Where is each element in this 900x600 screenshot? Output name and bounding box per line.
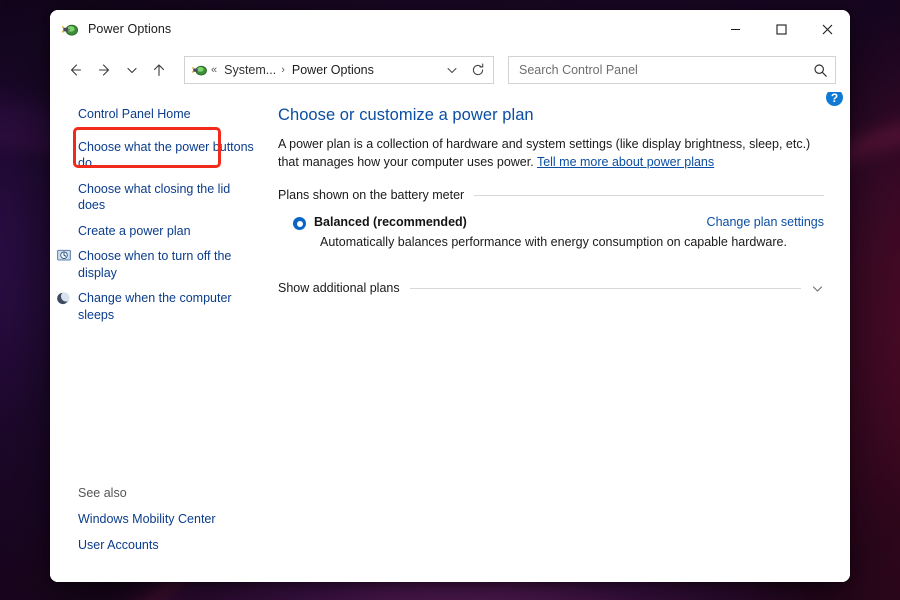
see-also-item-user-accounts[interactable]: User Accounts xyxy=(78,537,256,554)
power-options-window: Power Options « System... › Power Option… xyxy=(50,10,850,582)
plans-group-header-label: Plans shown on the battery meter xyxy=(278,188,465,202)
sidebar-item-computer-sleeps[interactable]: Change when the computer sleeps xyxy=(78,290,256,323)
up-button[interactable] xyxy=(144,55,174,85)
navigation-bar: « System... › Power Options xyxy=(50,48,850,92)
sidebar-item-control-panel-home[interactable]: Control Panel Home xyxy=(78,106,256,123)
power-plug-battery-icon xyxy=(62,21,79,38)
close-button[interactable] xyxy=(804,10,850,48)
sleep-moon-icon xyxy=(57,291,71,305)
plan-balanced-details: Balanced (recommended) Change plan setti… xyxy=(314,215,824,249)
address-bar[interactable]: « System... › Power Options xyxy=(184,56,494,84)
show-additional-plans-row[interactable]: Show additional plans xyxy=(278,281,824,295)
window-content: Control Panel Home Choose what the power… xyxy=(50,92,850,582)
display-icon xyxy=(57,249,71,263)
sidebar-row-computer-sleeps[interactable]: Change when the computer sleeps xyxy=(57,290,266,323)
show-additional-plans-rule xyxy=(409,287,801,289)
chevron-down-icon[interactable] xyxy=(439,57,465,83)
address-power-plug-battery-icon xyxy=(192,62,208,78)
title-bar: Power Options xyxy=(50,10,850,48)
radio-balanced[interactable] xyxy=(293,217,306,230)
window-controls xyxy=(712,10,850,48)
refresh-icon[interactable] xyxy=(465,57,491,83)
plan-name-balanced[interactable]: Balanced (recommended) xyxy=(314,215,467,229)
sidebar-item-closing-lid[interactable]: Choose what closing the lid does xyxy=(78,181,256,214)
see-also-title: See also xyxy=(78,486,127,500)
see-also-item-windows-mobility-center[interactable]: Windows Mobility Center xyxy=(78,511,256,528)
search-box[interactable] xyxy=(508,56,836,84)
title-bar-left: Power Options xyxy=(50,21,171,38)
sidebar-row-turn-off-display[interactable]: Choose when to turn off the display xyxy=(57,248,266,281)
sidebar: Control Panel Home Choose what the power… xyxy=(50,92,272,582)
main-panel: ? Choose or customize a power plan A pow… xyxy=(272,92,850,582)
page-title: Choose or customize a power plan xyxy=(278,106,534,124)
help-button[interactable]: ? xyxy=(826,92,843,106)
sidebar-item-power-buttons[interactable]: Choose what the power buttons do xyxy=(78,139,256,172)
chevron-down-icon[interactable] xyxy=(811,282,824,295)
window-title: Power Options xyxy=(88,22,172,36)
search-icon[interactable] xyxy=(811,61,829,79)
tell-me-more-link[interactable]: Tell me more about power plans xyxy=(537,155,714,169)
plans-group-header: Plans shown on the battery meter xyxy=(278,188,824,202)
forward-button[interactable] xyxy=(90,55,120,85)
breadcrumb-item-system[interactable]: System... xyxy=(220,57,278,83)
plan-row-balanced: Balanced (recommended) Change plan setti… xyxy=(278,215,824,249)
sidebar-item-turn-off-display[interactable]: Choose when to turn off the display xyxy=(78,248,256,281)
maximize-button[interactable] xyxy=(758,10,804,48)
breadcrumb-item-power-options[interactable]: Power Options xyxy=(288,57,378,83)
breadcrumb-separator: › xyxy=(281,64,285,76)
change-plan-settings-link[interactable]: Change plan settings xyxy=(707,215,824,229)
plans-group-rule xyxy=(474,194,824,196)
breadcrumb-prefix: « xyxy=(211,64,218,76)
back-button[interactable] xyxy=(60,55,90,85)
recent-locations-button[interactable] xyxy=(120,55,144,85)
plan-description-balanced: Automatically balances performance with … xyxy=(320,235,787,249)
see-also-section: See also Windows Mobility Center User Ac… xyxy=(78,486,266,570)
show-additional-plans-label[interactable]: Show additional plans xyxy=(278,281,400,295)
search-input[interactable] xyxy=(519,63,811,77)
minimize-button[interactable] xyxy=(712,10,758,48)
page-description: A power plan is a collection of hardware… xyxy=(278,136,818,171)
sidebar-item-create-plan[interactable]: Create a power plan xyxy=(78,223,256,240)
